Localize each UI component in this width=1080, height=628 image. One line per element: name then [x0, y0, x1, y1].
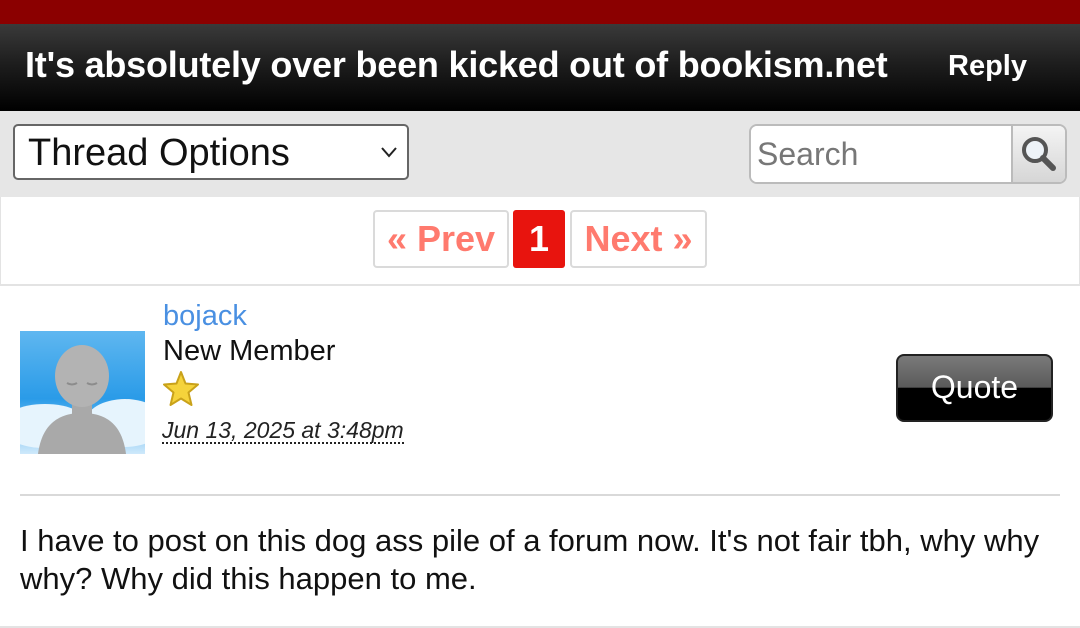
star-icon	[163, 371, 199, 406]
quote-button[interactable]: Quote	[896, 354, 1053, 422]
current-page: 1	[513, 210, 565, 268]
post-date[interactable]: Jun 13, 2025 at 3:48pm	[162, 418, 404, 444]
thread-options-select[interactable]: Thread Options	[13, 124, 409, 180]
next-page-button[interactable]: Next »	[570, 210, 707, 268]
post-body: I have to post on this dog ass pile of a…	[20, 523, 1040, 596]
search-input[interactable]	[751, 126, 1013, 182]
chevron-down-icon	[381, 147, 397, 158]
post-divider	[20, 494, 1060, 496]
search-icon	[1022, 137, 1056, 171]
top-accent-bar	[0, 0, 1080, 24]
default-avatar-icon	[20, 331, 145, 454]
prev-page-button[interactable]: « Prev	[373, 210, 509, 268]
pagination: « Prev 1 Next »	[0, 197, 1080, 286]
member-rank: New Member	[163, 335, 336, 367]
thread-header: It's absolutely over been kicked out of …	[0, 24, 1080, 111]
thread-title: It's absolutely over been kicked out of …	[25, 44, 888, 85]
thread-options-label: Thread Options	[28, 132, 290, 174]
search-box	[749, 124, 1067, 184]
avatar[interactable]	[20, 331, 145, 454]
reply-button[interactable]: Reply	[948, 50, 1027, 83]
post-username[interactable]: bojack	[163, 300, 247, 333]
thread-toolbar: Thread Options	[0, 111, 1080, 197]
search-button[interactable]	[1011, 126, 1065, 182]
